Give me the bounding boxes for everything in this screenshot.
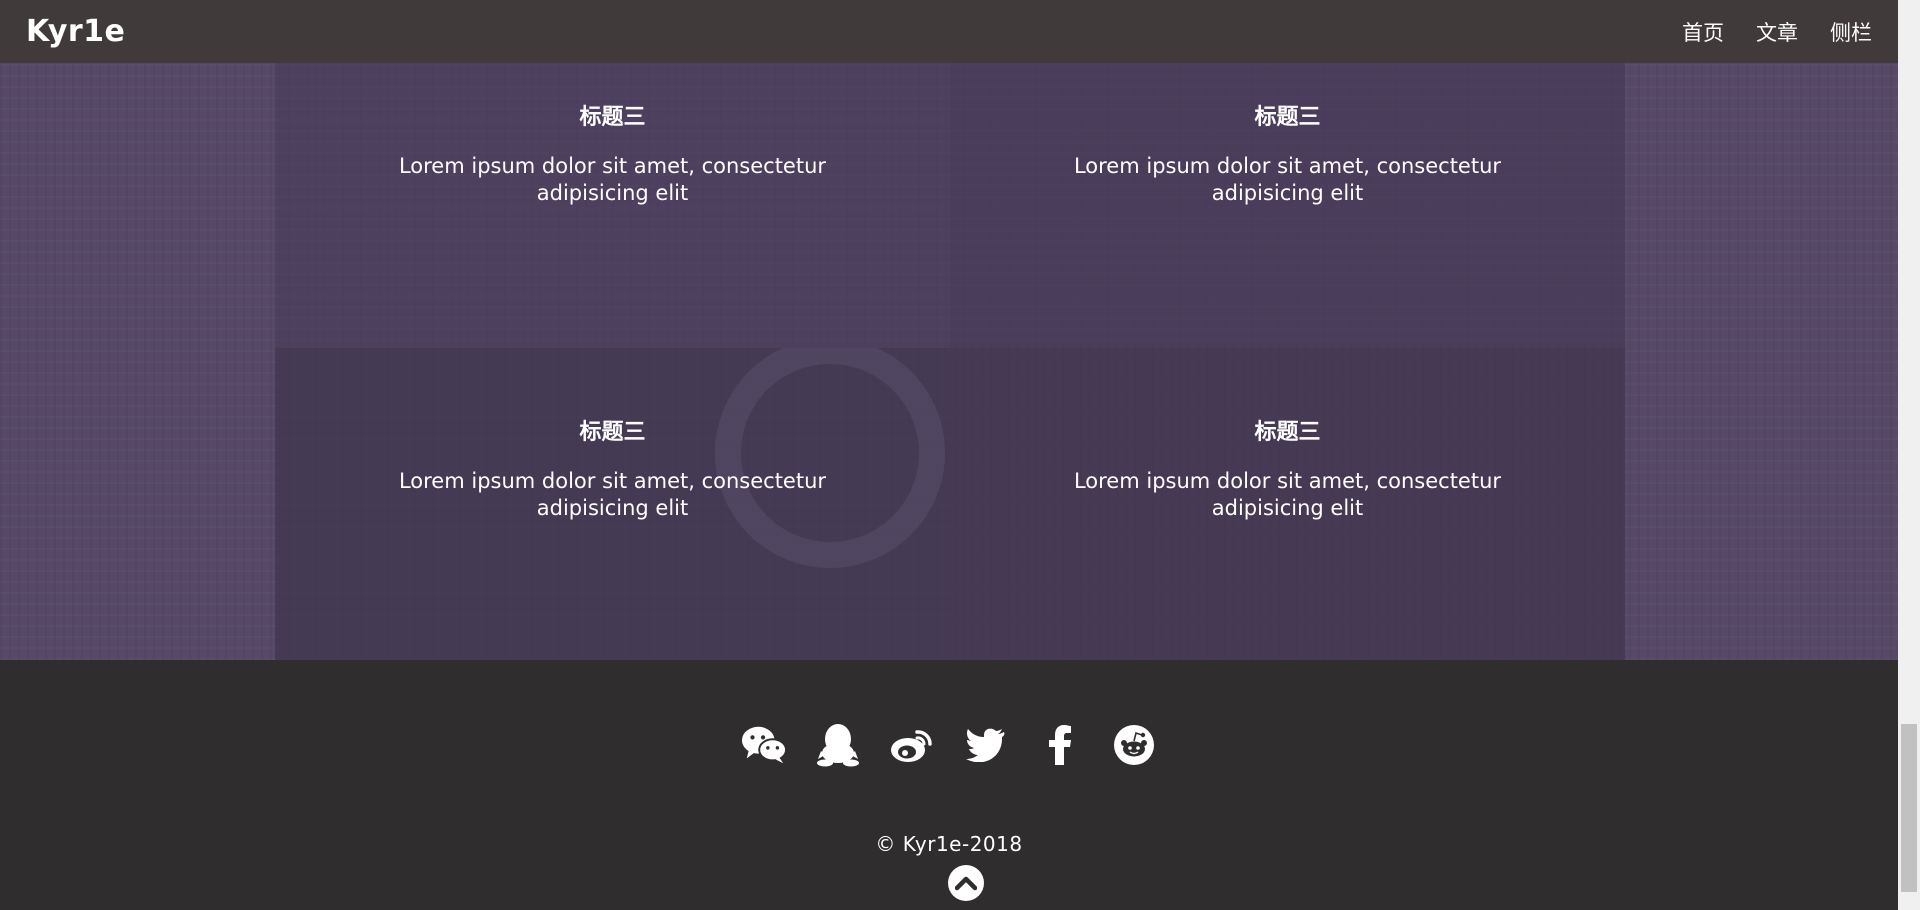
scrollbar-thumb[interactable] — [1901, 724, 1917, 892]
card-title: 标题三 — [579, 420, 646, 445]
social-links — [0, 722, 1898, 768]
feature-card: 标题三 Lorem ipsum dolor sit amet, consecte… — [275, 63, 950, 348]
feature-grid: 标题三 Lorem ipsum dolor sit amet, consecte… — [275, 63, 1625, 660]
feature-card: 标题三 Lorem ipsum dolor sit amet, consecte… — [275, 348, 950, 660]
card-title: 标题三 — [1254, 105, 1321, 130]
card-text: Lorem ipsum dolor sit amet, consectetur … — [398, 154, 827, 205]
site-brand[interactable]: Kyr1e — [26, 14, 125, 49]
twitter-icon[interactable] — [963, 722, 1009, 768]
nav-menu: 首页 文章 侧栏 — [1682, 17, 1872, 47]
nav-link-sidebar[interactable]: 侧栏 — [1830, 17, 1872, 47]
footer: © Kyr1e-2018 — [0, 660, 1898, 910]
nav-link-articles[interactable]: 文章 — [1756, 17, 1798, 47]
card-text: Lorem ipsum dolor sit amet, consectetur … — [1073, 469, 1502, 520]
qq-icon[interactable] — [815, 722, 861, 768]
feature-card: 标题三 Lorem ipsum dolor sit amet, consecte… — [950, 348, 1625, 660]
back-to-top-button[interactable] — [948, 865, 984, 901]
wechat-icon[interactable] — [741, 722, 787, 768]
card-title: 标题三 — [1254, 420, 1321, 445]
navbar: Kyr1e 首页 文章 侧栏 — [0, 0, 1898, 63]
feature-card: 标题三 Lorem ipsum dolor sit amet, consecte… — [950, 63, 1625, 348]
copyright-text: © Kyr1e-2018 — [875, 832, 1023, 856]
decorative-ring — [715, 348, 945, 568]
chevron-up-icon — [955, 876, 977, 891]
weibo-icon[interactable] — [889, 722, 935, 768]
scrollbar[interactable] — [1898, 0, 1920, 910]
features-section: 标题三 Lorem ipsum dolor sit amet, consecte… — [0, 63, 1898, 660]
card-text: Lorem ipsum dolor sit amet, consectetur … — [1073, 154, 1502, 205]
nav-link-home[interactable]: 首页 — [1682, 17, 1724, 47]
facebook-icon[interactable] — [1037, 722, 1083, 768]
card-text: Lorem ipsum dolor sit amet, consectetur … — [398, 469, 827, 520]
reddit-icon[interactable] — [1111, 722, 1157, 768]
card-title: 标题三 — [579, 105, 646, 130]
